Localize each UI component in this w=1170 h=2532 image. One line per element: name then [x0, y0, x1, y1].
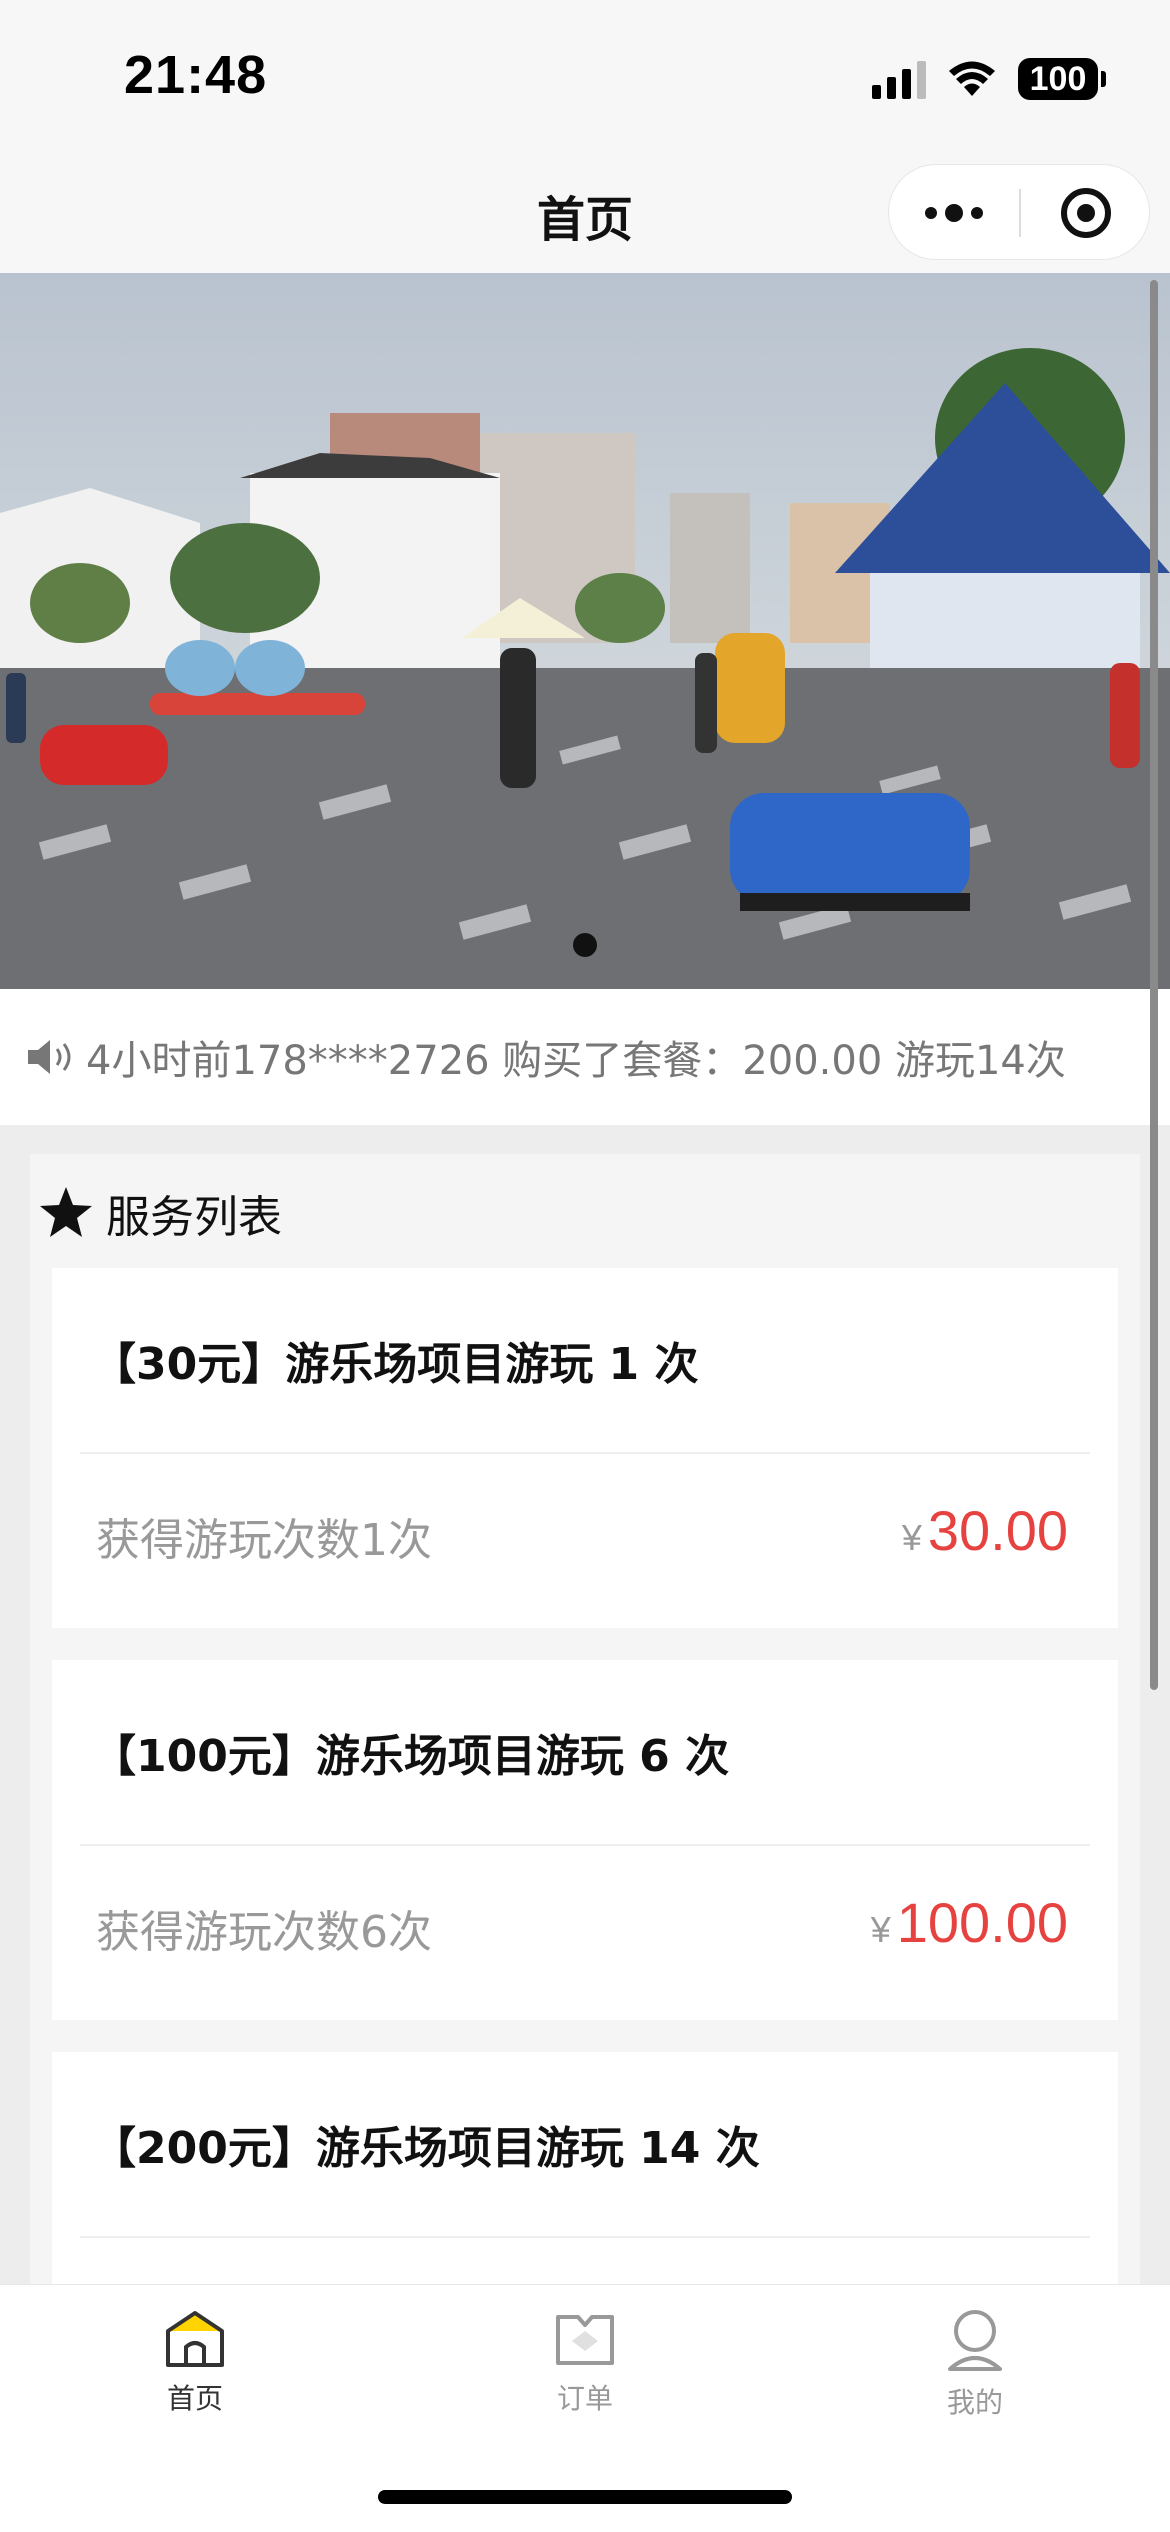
service-card-desc: 获得游玩次数6次 [96, 1907, 432, 1958]
status-time: 21:48 [124, 45, 268, 105]
price-amount: 30.00 [927, 1499, 1068, 1562]
target-close-icon [1061, 188, 1111, 238]
home-icon [166, 2311, 224, 2367]
scrollbar[interactable] [1150, 280, 1158, 1690]
service-list-title: 服务列表 [106, 1192, 282, 1243]
service-list-header: 服务列表 [38, 1168, 282, 1258]
close-miniprogram-button[interactable] [1021, 165, 1151, 261]
battery-indicator: 100 [1018, 58, 1106, 100]
price-amount: 100.00 [896, 1891, 1068, 1954]
service-card-desc: 获得游玩次数1次 [96, 1515, 432, 1566]
service-card[interactable]: 【100元】游乐场项目游玩 6 次 获得游玩次数6次 ¥100.00 [52, 1660, 1118, 2020]
more-dots-icon[interactable] [889, 165, 1019, 261]
tab-profile[interactable]: 我的 [875, 2307, 1075, 2421]
status-icons: 100 [872, 54, 1106, 104]
banner-image [0, 273, 1170, 989]
status-bar: 21:48 100 [0, 0, 1170, 150]
service-card-title: 【100元】游乐场项目游玩 6 次 [92, 1731, 730, 1782]
carousel-indicator-dot [573, 933, 597, 957]
notice-text: 4小时前178****2726 购买了套餐：200.00 游玩14次 [86, 1038, 1066, 1084]
home-indicator[interactable] [378, 2490, 792, 2504]
service-list: 服务列表 【30元】游乐场项目游玩 1 次 获得游玩次数1次 ¥30.00 【1… [30, 1154, 1140, 2284]
profile-icon [948, 2310, 1002, 2371]
cellular-signal-icon [872, 59, 926, 99]
currency-symbol: ¥ [870, 1909, 891, 1950]
card-divider [80, 2236, 1090, 2238]
banner-carousel[interactable] [0, 273, 1170, 989]
tab-label: 首页 [166, 2382, 223, 2415]
service-card-price: ¥100.00 [871, 1890, 1068, 1955]
service-card-title: 【200元】游乐场项目游玩 14 次 [92, 2123, 760, 2174]
star-icon [40, 1187, 92, 1237]
purchase-notice: 4小时前178****2726 购买了套餐：200.00 游玩14次 [0, 989, 1170, 1125]
tab-label: 我的 [946, 2386, 1003, 2419]
service-card[interactable]: 【30元】游乐场项目游玩 1 次 获得游玩次数1次 ¥30.00 [52, 1268, 1118, 1628]
nav-bar: 首页 [0, 150, 1170, 273]
service-card-title: 【30元】游乐场项目游玩 1 次 [92, 1339, 699, 1390]
wifi-icon [949, 61, 995, 96]
service-card-price: ¥30.00 [902, 1498, 1068, 1563]
tab-home[interactable]: 首页 [95, 2307, 295, 2417]
speaker-icon [28, 1040, 71, 1074]
tab-orders[interactable]: 订单 [485, 2307, 685, 2417]
tab-label: 订单 [556, 2382, 613, 2415]
card-divider [80, 1452, 1090, 1454]
mini-program-capsule [888, 164, 1150, 260]
order-icon [556, 2315, 614, 2365]
service-card[interactable]: 【200元】游乐场项目游玩 14 次 [52, 2052, 1118, 2284]
currency-symbol: ¥ [901, 1517, 922, 1558]
card-divider [80, 1844, 1090, 1846]
